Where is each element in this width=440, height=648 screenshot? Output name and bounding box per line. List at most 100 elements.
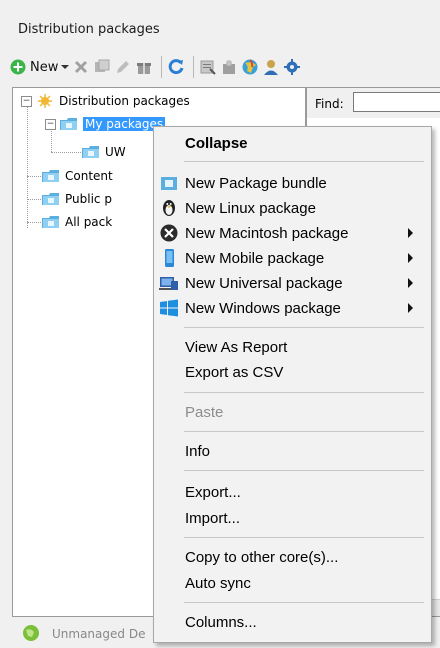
menu-separator xyxy=(184,470,424,471)
new-icon xyxy=(10,59,26,75)
delete-button[interactable] xyxy=(72,56,90,78)
menu-item-auto-sync[interactable]: Auto sync xyxy=(154,571,429,595)
status-text: Unmanaged De xyxy=(52,627,146,641)
toolbar-separator xyxy=(193,56,195,78)
menu-item-label: Collapse xyxy=(185,135,248,152)
menu-item-info[interactable]: Info xyxy=(154,439,429,463)
menu-item-view-as-report[interactable]: View As Report xyxy=(154,335,429,359)
menu-item-new-package-bundle[interactable]: New Package bundle xyxy=(154,171,429,195)
menu-item-label: Columns... xyxy=(185,614,257,631)
menu-item-label: New Linux package xyxy=(185,200,316,217)
window-title: Distribution packages xyxy=(18,22,160,37)
distribution-icon xyxy=(38,94,52,108)
menu-item-export-as-csv[interactable]: Export as CSV xyxy=(154,360,429,384)
globe-button[interactable] xyxy=(241,56,259,78)
menu-item-new-windows-package[interactable]: New Windows package xyxy=(154,296,429,320)
submenu-arrow-icon xyxy=(408,303,413,313)
edit-button[interactable] xyxy=(114,56,132,78)
find-label: Find: xyxy=(315,97,344,111)
settings-button[interactable] xyxy=(283,56,301,78)
refresh-icon xyxy=(169,59,184,75)
mobile-icon xyxy=(165,249,174,267)
menu-item-export[interactable]: Export... xyxy=(154,480,429,504)
find-bar: Find: xyxy=(307,88,440,118)
menu-item-label: Import... xyxy=(185,510,241,527)
tree-item-root[interactable]: − Distribution packages xyxy=(21,92,190,110)
user-icon xyxy=(264,60,279,75)
menu-item-label: View As Report xyxy=(185,339,288,356)
toolbar-separator xyxy=(161,56,163,78)
submenu-arrow-icon xyxy=(408,228,413,238)
menu-item-label: New Package bundle xyxy=(185,175,327,192)
package-bundle-icon xyxy=(161,177,177,190)
folder-icon xyxy=(60,118,77,130)
menu-separator xyxy=(184,327,424,328)
folder-icon xyxy=(42,170,59,182)
new-button[interactable]: New xyxy=(10,56,70,78)
menu-item-label: New Macintosh package xyxy=(185,225,349,242)
tree-guide xyxy=(27,222,41,223)
user-button[interactable] xyxy=(262,56,280,78)
tree-item-my-packages[interactable]: − My packages xyxy=(45,115,166,133)
menu-item-new-mobile-package[interactable]: New Mobile package xyxy=(154,246,429,270)
menu-separator xyxy=(184,537,424,538)
menu-item-paste[interactable]: Paste xyxy=(154,400,429,424)
package-icon xyxy=(223,60,236,74)
delete-icon xyxy=(75,61,88,73)
collapse-toggle[interactable]: − xyxy=(21,95,32,107)
tree-item-uw[interactable]: UW xyxy=(81,143,126,161)
universal-icon xyxy=(159,277,178,290)
menu-item-new-macintosh-package[interactable]: New Macintosh package xyxy=(154,221,429,245)
tree-item-label: Distribution packages xyxy=(59,94,190,108)
menu-item-copy-to-other-cores[interactable]: Copy to other core(s)... xyxy=(154,545,429,569)
submenu-arrow-icon xyxy=(408,278,413,288)
find-input[interactable] xyxy=(353,92,440,112)
menu-item-label: Paste xyxy=(185,404,224,421)
menu-separator xyxy=(184,431,424,432)
status-globe-icon xyxy=(23,625,39,641)
collapse-toggle[interactable]: − xyxy=(45,118,56,130)
windows-icon xyxy=(160,299,178,317)
tree-item-all[interactable]: All pack xyxy=(41,213,112,231)
tree-item-public[interactable]: Public p xyxy=(41,190,112,208)
submenu-arrow-icon xyxy=(408,253,413,263)
refresh-button[interactable] xyxy=(167,56,185,78)
menu-item-label: New Mobile package xyxy=(185,250,325,267)
new-button-label: New xyxy=(30,59,59,75)
copy-button[interactable] xyxy=(93,56,111,78)
package-button[interactable] xyxy=(220,56,238,78)
tree-item-content[interactable]: Content xyxy=(41,167,113,185)
tree-item-label: Public p xyxy=(65,192,112,206)
menu-separator xyxy=(184,602,424,603)
menu-item-label: Export as CSV xyxy=(185,364,284,381)
menu-separator xyxy=(184,161,424,162)
report-button[interactable] xyxy=(199,56,217,78)
gift-icon xyxy=(137,63,152,74)
globe-icon xyxy=(242,59,258,75)
tree-guide xyxy=(51,152,81,153)
menu-item-new-universal-package[interactable]: New Universal package xyxy=(154,271,429,295)
toolbar: New xyxy=(10,54,304,80)
tree-guide xyxy=(27,176,41,177)
menu-item-label: New Universal package xyxy=(185,275,343,292)
menu-item-columns[interactable]: Columns... xyxy=(154,610,429,634)
menu-item-label: Export... xyxy=(185,484,241,501)
linux-icon xyxy=(163,200,175,216)
menu-item-label: Auto sync xyxy=(185,575,251,592)
menu-separator xyxy=(184,392,424,393)
edit-icon xyxy=(117,61,130,73)
settings-icon xyxy=(284,59,301,75)
menu-item-import[interactable]: Import... xyxy=(154,506,429,530)
menu-item-new-linux-package[interactable]: New Linux package xyxy=(154,196,429,220)
tree-guide xyxy=(27,199,41,200)
report-icon xyxy=(200,60,217,75)
tree-item-label: UW xyxy=(105,145,126,159)
menu-item-label: New Windows package xyxy=(185,300,341,317)
gift-button[interactable] xyxy=(135,56,153,78)
menu-item-label: Copy to other core(s)... xyxy=(185,549,339,566)
folder-icon xyxy=(42,216,59,228)
tree-guide xyxy=(27,106,28,228)
menu-item-collapse[interactable]: Collapse xyxy=(154,131,429,155)
tree-item-label: Content xyxy=(65,169,113,183)
folder-icon xyxy=(82,146,99,158)
